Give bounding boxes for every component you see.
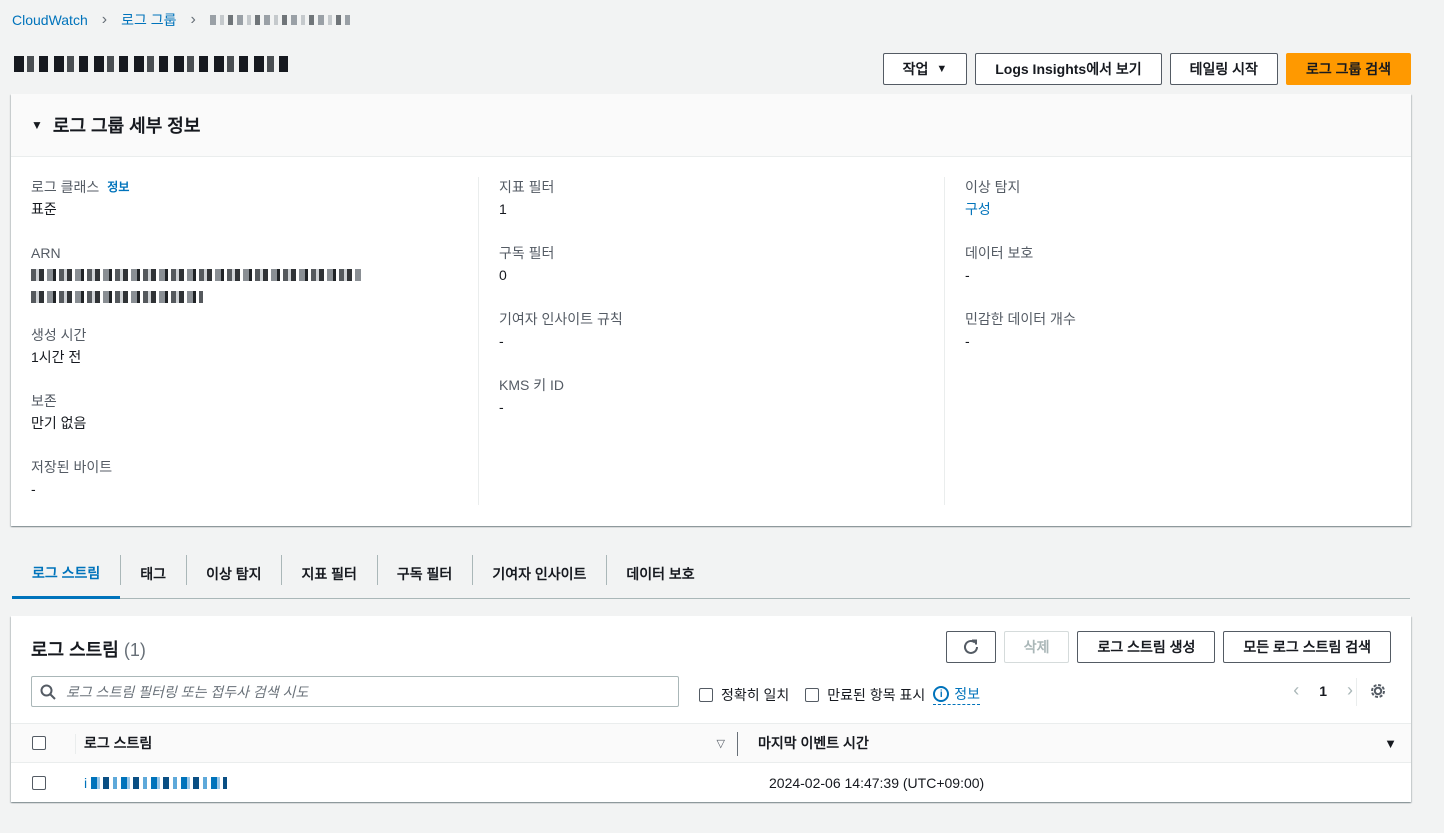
data-protection-value: - bbox=[965, 267, 970, 283]
log-group-details-panel: ▼ 로그 그룹 세부 정보 로그 클래스 정보 표준 ARN 생성 시간 1시간 bbox=[11, 94, 1411, 526]
search-icon bbox=[40, 684, 56, 700]
exact-match-label: 정확히 일치 bbox=[721, 686, 790, 703]
show-expired-checkbox[interactable] bbox=[805, 687, 820, 702]
gear-icon[interactable] bbox=[1369, 682, 1387, 700]
caret-down-icon[interactable]: ▼ bbox=[31, 118, 43, 132]
log-streams-title: 로그 스트림 (1) bbox=[31, 640, 146, 660]
tab-data-protection[interactable]: 데이터 보호 bbox=[606, 550, 714, 598]
details-header[interactable]: ▼ 로그 그룹 세부 정보 bbox=[11, 94, 1411, 157]
log-stream-link[interactable]: i bbox=[84, 775, 228, 791]
log-class-info-link[interactable]: 정보 bbox=[107, 177, 129, 197]
stored-bytes-value: - bbox=[31, 481, 36, 497]
contributor-rules-value: - bbox=[499, 333, 504, 349]
log-class-label: 로그 클래스 bbox=[31, 179, 100, 195]
pager-divider bbox=[1356, 678, 1357, 706]
stored-bytes-label: 저장된 바이트 bbox=[31, 459, 113, 475]
log-streams-actions: 삭제 로그 스트림 생성 모든 로그 스트림 검색 bbox=[945, 631, 1391, 663]
info-icon: i bbox=[933, 686, 950, 702]
tab-anomaly-detection[interactable]: 이상 탐지 bbox=[186, 550, 281, 598]
column-log-stream[interactable]: 로그 스트림 ▽ bbox=[63, 733, 737, 753]
select-all-checkbox[interactable] bbox=[32, 736, 46, 750]
tab-metric-filters[interactable]: 지표 필터 bbox=[281, 550, 376, 598]
details-column-1: 로그 클래스 정보 표준 ARN 생성 시간 1시간 전 보존 만기 없음 저장… bbox=[11, 177, 478, 505]
log-streams-table: 로그 스트림 ▽ 마지막 이벤트 시간 ▼ i 2024-02-06 14:47… bbox=[11, 723, 1411, 802]
page-title-redacted bbox=[14, 56, 290, 76]
log-class-value: 표준 bbox=[31, 201, 57, 217]
data-protection-label: 데이터 보호 bbox=[965, 245, 1034, 261]
chevron-right-icon: › bbox=[101, 11, 108, 28]
subscription-filters-label: 구독 필터 bbox=[499, 245, 555, 261]
log-stream-search bbox=[31, 676, 679, 707]
metric-filters-value: 1 bbox=[499, 201, 507, 217]
sensitive-count-value: - bbox=[965, 333, 970, 349]
log-streams-panel: 로그 스트림 (1) 삭제 로그 스트림 생성 모든 로그 스트림 검색 정확히… bbox=[11, 616, 1411, 802]
breadcrumb-current-redacted bbox=[209, 15, 350, 25]
log-stream-search-input[interactable] bbox=[66, 683, 678, 700]
anomaly-detection-label: 이상 탐지 bbox=[965, 179, 1021, 195]
arn-line-2 bbox=[31, 291, 203, 303]
breadcrumb-cloudwatch[interactable]: CloudWatch bbox=[12, 12, 88, 28]
chevron-right-icon: › bbox=[190, 11, 196, 28]
kms-key-label: KMS 키 ID bbox=[499, 377, 564, 393]
filter-info-link[interactable]: i 정보 bbox=[933, 684, 981, 705]
tab-contributor-insights[interactable]: 기여자 인사이트 bbox=[472, 550, 606, 598]
log-streams-count: (1) bbox=[123, 640, 146, 660]
exact-match-checkbox[interactable] bbox=[699, 687, 713, 702]
refresh-icon bbox=[963, 639, 978, 654]
actions-label: 작업 bbox=[902, 61, 929, 77]
current-page[interactable]: 1 bbox=[1319, 683, 1327, 699]
arn-line-1 bbox=[31, 269, 361, 281]
create-log-stream-button[interactable]: 로그 스트림 생성 bbox=[1077, 631, 1216, 663]
column-last-event-time[interactable]: 마지막 이벤트 시간 ▼ bbox=[737, 733, 1411, 753]
chevron-left-icon[interactable]: ‹ bbox=[1293, 680, 1299, 701]
row-checkbox[interactable] bbox=[32, 775, 46, 790]
logs-insights-button[interactable]: Logs Insights에서 보기 bbox=[975, 53, 1162, 85]
filter-options: 정확히 일치 만료된 항목 표시 i 정보 bbox=[699, 684, 981, 705]
log-stream-name-redacted bbox=[91, 776, 228, 789]
metric-filters-label: 지표 필터 bbox=[499, 179, 555, 195]
chevron-right-icon[interactable]: › bbox=[1347, 680, 1353, 701]
show-expired-label: 만료된 항목 표시 bbox=[827, 686, 926, 703]
details-column-2: 지표 필터 1 구독 필터 0 기여자 인사이트 규칙 - KMS 키 ID - bbox=[478, 177, 944, 505]
details-title: 로그 그룹 세부 정보 bbox=[52, 116, 201, 136]
last-event-time: 2024-02-06 14:47:39 (UTC+09:00) bbox=[769, 774, 985, 791]
retention-label: 보존 bbox=[31, 393, 57, 409]
search-log-group-button[interactable]: 로그 그룹 검색 bbox=[1285, 53, 1411, 85]
anomaly-configure-link[interactable]: 구성 bbox=[965, 201, 991, 217]
refresh-button[interactable] bbox=[945, 631, 996, 663]
details-column-3: 이상 탐지 구성 데이터 보호 - 민감한 데이터 개수 - bbox=[944, 177, 1411, 505]
contributor-rules-label: 기여자 인사이트 규칙 bbox=[499, 311, 623, 327]
search-all-streams-button[interactable]: 모든 로그 스트림 검색 bbox=[1223, 631, 1391, 663]
sort-descending-icon[interactable]: ▼ bbox=[1384, 736, 1397, 751]
header-actions: 작업 ▼ Logs Insights에서 보기 테일링 시작 로그 그룹 검색 bbox=[882, 53, 1411, 85]
actions-dropdown-button[interactable]: 작업 ▼ bbox=[882, 53, 968, 85]
sort-icon[interactable]: ▽ bbox=[717, 737, 725, 750]
tab-bar: 로그 스트림 태그 이상 탐지 지표 필터 구독 필터 기여자 인사이트 데이터… bbox=[12, 550, 1410, 599]
caret-down-icon: ▼ bbox=[936, 63, 948, 75]
breadcrumb: CloudWatch › 로그 그룹 › bbox=[12, 10, 350, 30]
table-header: 로그 스트림 ▽ 마지막 이벤트 시간 ▼ bbox=[11, 723, 1411, 763]
tab-subscription-filters[interactable]: 구독 필터 bbox=[376, 550, 472, 598]
arn-label: ARN bbox=[31, 245, 61, 261]
table-row: i 2024-02-06 14:47:39 (UTC+09:00) bbox=[11, 763, 1411, 802]
retention-value: 만기 없음 bbox=[31, 415, 87, 431]
breadcrumb-log-groups[interactable]: 로그 그룹 bbox=[121, 10, 176, 30]
pagination: ‹ 1 › bbox=[1293, 680, 1353, 701]
arn-value-redacted bbox=[31, 263, 458, 303]
tab-tags[interactable]: 태그 bbox=[120, 550, 186, 598]
sensitive-count-label: 민감한 데이터 개수 bbox=[965, 311, 1076, 327]
kms-key-value: - bbox=[499, 399, 504, 415]
created-label: 생성 시간 bbox=[31, 327, 87, 343]
subscription-filters-value: 0 bbox=[499, 267, 507, 283]
start-tailing-button[interactable]: 테일링 시작 bbox=[1169, 53, 1278, 85]
tab-log-streams[interactable]: 로그 스트림 bbox=[12, 550, 121, 599]
created-value: 1시간 전 bbox=[31, 349, 82, 365]
delete-button[interactable]: 삭제 bbox=[1003, 631, 1070, 663]
